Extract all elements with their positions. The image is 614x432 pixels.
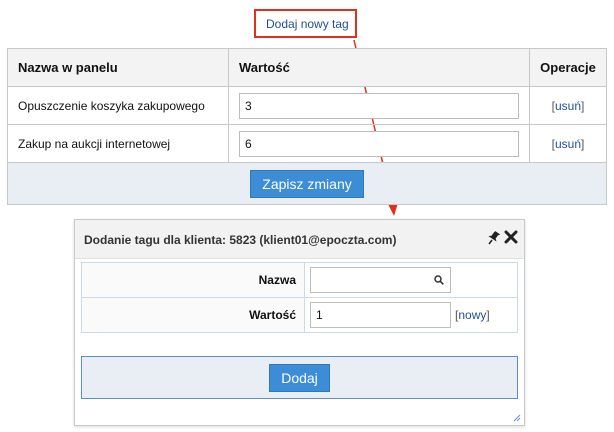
dialog-footer: Dodaj: [81, 356, 518, 399]
remove-link[interactable]: usuń: [555, 137, 581, 151]
tag-value-cell: [228, 124, 530, 163]
tag-value-input[interactable]: [239, 130, 519, 157]
dialog-titlebar[interactable]: Dodanie tagu dla klienta: 5823 (klient01…: [75, 220, 524, 259]
table-row: Opuszczenie koszyka zakupowego [usuń]: [7, 86, 607, 125]
table-header-row: Nazwa w panelu Wartość Operacje: [7, 48, 607, 87]
table-row: Zakup na aukcji internetowej [usuń]: [7, 124, 607, 163]
add-tag-form: Nazwa Wartość [nowy]: [81, 262, 518, 333]
value-field-cell: [nowy]: [304, 297, 518, 333]
dialog-title: Dodanie tagu dla klienta: 5823 (klient01…: [84, 233, 397, 247]
column-header-value: Wartość: [228, 48, 530, 87]
tag-name-combobox[interactable]: [310, 267, 451, 293]
add-tag-dialog: Dodanie tagu dla klienta: 5823 (klient01…: [74, 219, 525, 426]
name-label: Nazwa: [81, 262, 305, 298]
add-button[interactable]: Dodaj: [269, 364, 330, 392]
search-icon: [434, 275, 444, 285]
tag-value-input[interactable]: [239, 92, 519, 119]
tag-name-cell: Opuszczenie koszyka zakupowego: [7, 86, 229, 125]
value-label: Wartość: [81, 297, 305, 333]
column-header-name: Nazwa w panelu: [7, 48, 229, 87]
operations-cell: [usuń]: [529, 124, 607, 163]
tag-value-field[interactable]: [310, 302, 451, 328]
new-value-link-wrapper: [nowy]: [455, 308, 490, 322]
pin-icon[interactable]: [486, 230, 500, 246]
column-header-operations: Operacje: [529, 48, 607, 87]
name-field-cell: [304, 262, 518, 298]
table-footer-cell: Zapisz zmiany: [7, 162, 607, 205]
new-value-link[interactable]: nowy: [458, 308, 486, 322]
tags-table: Nazwa w panelu Wartość Operacje Opuszcze…: [7, 48, 607, 205]
resize-grip-icon[interactable]: [513, 414, 521, 422]
tag-value-cell: [228, 86, 530, 125]
remove-link[interactable]: usuń: [555, 99, 581, 113]
form-row-value: Wartość [nowy]: [81, 297, 518, 333]
add-tag-highlight: Dodaj nowy tag: [254, 9, 357, 38]
form-row-name: Nazwa: [81, 262, 518, 298]
save-changes-button[interactable]: Zapisz zmiany: [250, 169, 364, 198]
close-icon[interactable]: [503, 229, 519, 245]
add-new-tag-link[interactable]: Dodaj nowy tag: [266, 17, 349, 31]
table-footer-row: Zapisz zmiany: [7, 162, 607, 205]
operations-cell: [usuń]: [529, 86, 607, 125]
tag-name-cell: Zakup na aukcji internetowej: [7, 124, 229, 163]
